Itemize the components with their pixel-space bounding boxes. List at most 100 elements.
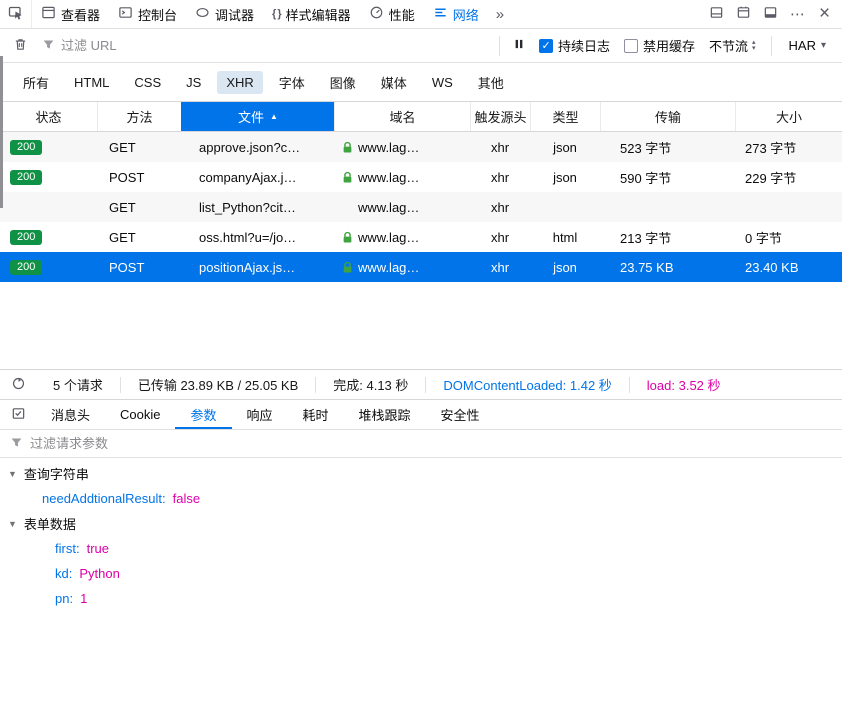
node-picker-button[interactable] — [0, 0, 32, 28]
params-filter-input[interactable] — [30, 436, 832, 451]
filter-xhr[interactable]: XHR — [217, 71, 262, 94]
responsive-mode-button[interactable] — [730, 0, 757, 28]
performance-analysis-icon — [11, 376, 26, 394]
clear-requests-button[interactable] — [6, 37, 34, 55]
tab-security[interactable]: 安全性 — [426, 400, 495, 429]
tab-label: 控制台 — [138, 5, 177, 24]
devtools-window: 查看器 控制台 调试器 { } 样式编辑器 性能 网络 » — [0, 0, 842, 705]
har-menu-button[interactable]: HAR ▾ — [779, 38, 836, 53]
section-title: 查询字符串 — [24, 464, 89, 483]
funnel-icon — [10, 436, 23, 452]
twisty-down-icon: ▼ — [8, 519, 17, 529]
column-header-method[interactable]: 方法 — [97, 102, 181, 131]
transferred-cell: 523 字节 — [600, 138, 735, 157]
close-icon: × — [819, 3, 830, 25]
filter-media[interactable]: 媒体 — [372, 69, 416, 96]
domain-cell: www.lag… — [334, 260, 470, 275]
devtools-toolbar: 查看器 控制台 调试器 { } 样式编辑器 性能 网络 » — [0, 0, 842, 29]
tab-inspector[interactable]: 查看器 — [32, 0, 109, 28]
tab-console[interactable]: 控制台 — [109, 0, 186, 28]
param-row: needAddtionalResult false — [0, 486, 842, 511]
url-filter-input[interactable] — [61, 38, 484, 53]
split-console-button[interactable] — [703, 0, 730, 28]
tab-response[interactable]: 响应 — [232, 400, 288, 429]
tab-style-editor[interactable]: { } 样式编辑器 — [263, 0, 360, 28]
persist-logs-checkbox[interactable] — [539, 39, 553, 53]
disable-cache-checkbox[interactable] — [624, 39, 638, 53]
responsive-mode-icon — [736, 5, 751, 24]
status-cell: 200 — [0, 230, 97, 245]
stepper-icon: ▴▾ — [752, 40, 756, 52]
disable-cache-label[interactable]: 禁用缓存 — [643, 36, 695, 55]
tab-debugger[interactable]: 调试器 — [186, 0, 263, 28]
file-cell: oss.html?u=/jo… — [181, 230, 334, 245]
cause-cell: xhr — [470, 140, 530, 155]
status-badge: 200 — [10, 140, 42, 155]
domain-cell: www.lag… — [334, 140, 470, 155]
file-cell: approve.json?c… — [181, 140, 334, 155]
query-string-section-header[interactable]: ▼ 查询字符串 — [0, 461, 842, 486]
param-name: needAddtionalResult — [42, 491, 166, 506]
file-cell: positionAjax.js… — [181, 260, 334, 275]
filter-html[interactable]: HTML — [65, 71, 118, 94]
tab-timings[interactable]: 耗时 — [288, 400, 344, 429]
request-count: 5 个请求 — [36, 375, 120, 394]
url-filter-box — [34, 38, 492, 54]
size-cell: 273 字节 — [735, 138, 842, 157]
filter-css[interactable]: CSS — [125, 71, 170, 94]
transferred-cell: 213 字节 — [600, 228, 735, 247]
network-toolbar: 持续日志 禁用缓存 不节流 ▴▾ HAR ▾ — [0, 29, 842, 63]
filter-js[interactable]: JS — [177, 71, 210, 94]
size-cell: 0 字节 — [735, 228, 842, 247]
filter-ws[interactable]: WS — [423, 71, 462, 94]
filter-fonts[interactable]: 字体 — [270, 69, 314, 96]
dock-button[interactable] — [757, 0, 784, 28]
column-header-status[interactable]: 状态 — [0, 102, 97, 131]
transferred-summary: 已传输 23.89 KB / 25.05 KB — [121, 375, 315, 394]
tab-cookies[interactable]: Cookie — [105, 400, 175, 429]
persist-logs-label[interactable]: 持续日志 — [558, 36, 610, 55]
throttling-select[interactable]: 不节流 ▴▾ — [701, 36, 764, 55]
column-header-file[interactable]: 文件 ▲ — [181, 102, 334, 131]
filter-other[interactable]: 其他 — [469, 69, 513, 96]
tab-performance[interactable]: 性能 — [360, 0, 424, 28]
tabs-overflow-button[interactable]: » — [488, 0, 512, 28]
filter-images[interactable]: 图像 — [321, 69, 365, 96]
request-row[interactable]: 200 GET oss.html?u=/jo… www.lag… xhr htm… — [0, 222, 842, 252]
column-header-domain[interactable]: 域名 — [334, 102, 470, 131]
tab-params[interactable]: 参数 — [175, 400, 231, 429]
pause-recording-button[interactable] — [507, 38, 531, 53]
filter-all[interactable]: 所有 — [14, 69, 58, 96]
close-devtools-button[interactable]: × — [811, 0, 838, 28]
request-row[interactable]: 200 POST positionAjax.js… www.lag… xhr j… — [0, 252, 842, 282]
params-filter-box — [0, 430, 842, 458]
load-time: load: 3.52 秒 — [630, 375, 738, 394]
transferred-cell: 590 字节 — [600, 168, 735, 187]
method-cell: GET — [97, 230, 181, 245]
param-row: first true — [0, 536, 842, 561]
tab-label: 查看器 — [61, 5, 100, 24]
request-row[interactable]: 200 GET approve.json?c… www.lag… xhr jso… — [0, 132, 842, 162]
param-name: first — [55, 541, 80, 556]
request-row[interactable]: 200 POST companyAjax.j… www.lag… xhr jso… — [0, 162, 842, 192]
file-cell: companyAjax.j… — [181, 170, 334, 185]
form-data-section-header[interactable]: ▼ 表单数据 — [0, 511, 842, 536]
request-row[interactable]: GET list_Python?cit… www.lag… xhr — [0, 192, 842, 222]
tab-network[interactable]: 网络 — [424, 0, 488, 28]
status-badge: 200 — [10, 170, 42, 185]
details-pane-toggle-button[interactable] — [0, 400, 36, 429]
toolbar-right-buttons: ⋯ × — [703, 0, 842, 28]
column-header-transferred[interactable]: 传输 — [600, 102, 735, 131]
dock-bottom-icon — [763, 5, 778, 24]
column-header-cause[interactable]: 触发源头 — [470, 102, 530, 131]
more-tools-button[interactable]: ⋯ — [784, 0, 811, 28]
performance-analysis-button[interactable] — [0, 376, 36, 394]
column-header-type[interactable]: 类型 — [530, 102, 600, 131]
sort-ascending-icon: ▲ — [270, 112, 278, 121]
tab-headers[interactable]: 消息头 — [36, 400, 105, 429]
twisty-down-icon: ▼ — [8, 469, 17, 479]
tab-stack-trace[interactable]: 堆栈跟踪 — [344, 400, 426, 429]
page-scrollbar-thumb[interactable] — [0, 56, 3, 208]
finish-time: 完成: 4.13 秒 — [316, 375, 425, 394]
column-header-size[interactable]: 大小 — [735, 102, 842, 131]
